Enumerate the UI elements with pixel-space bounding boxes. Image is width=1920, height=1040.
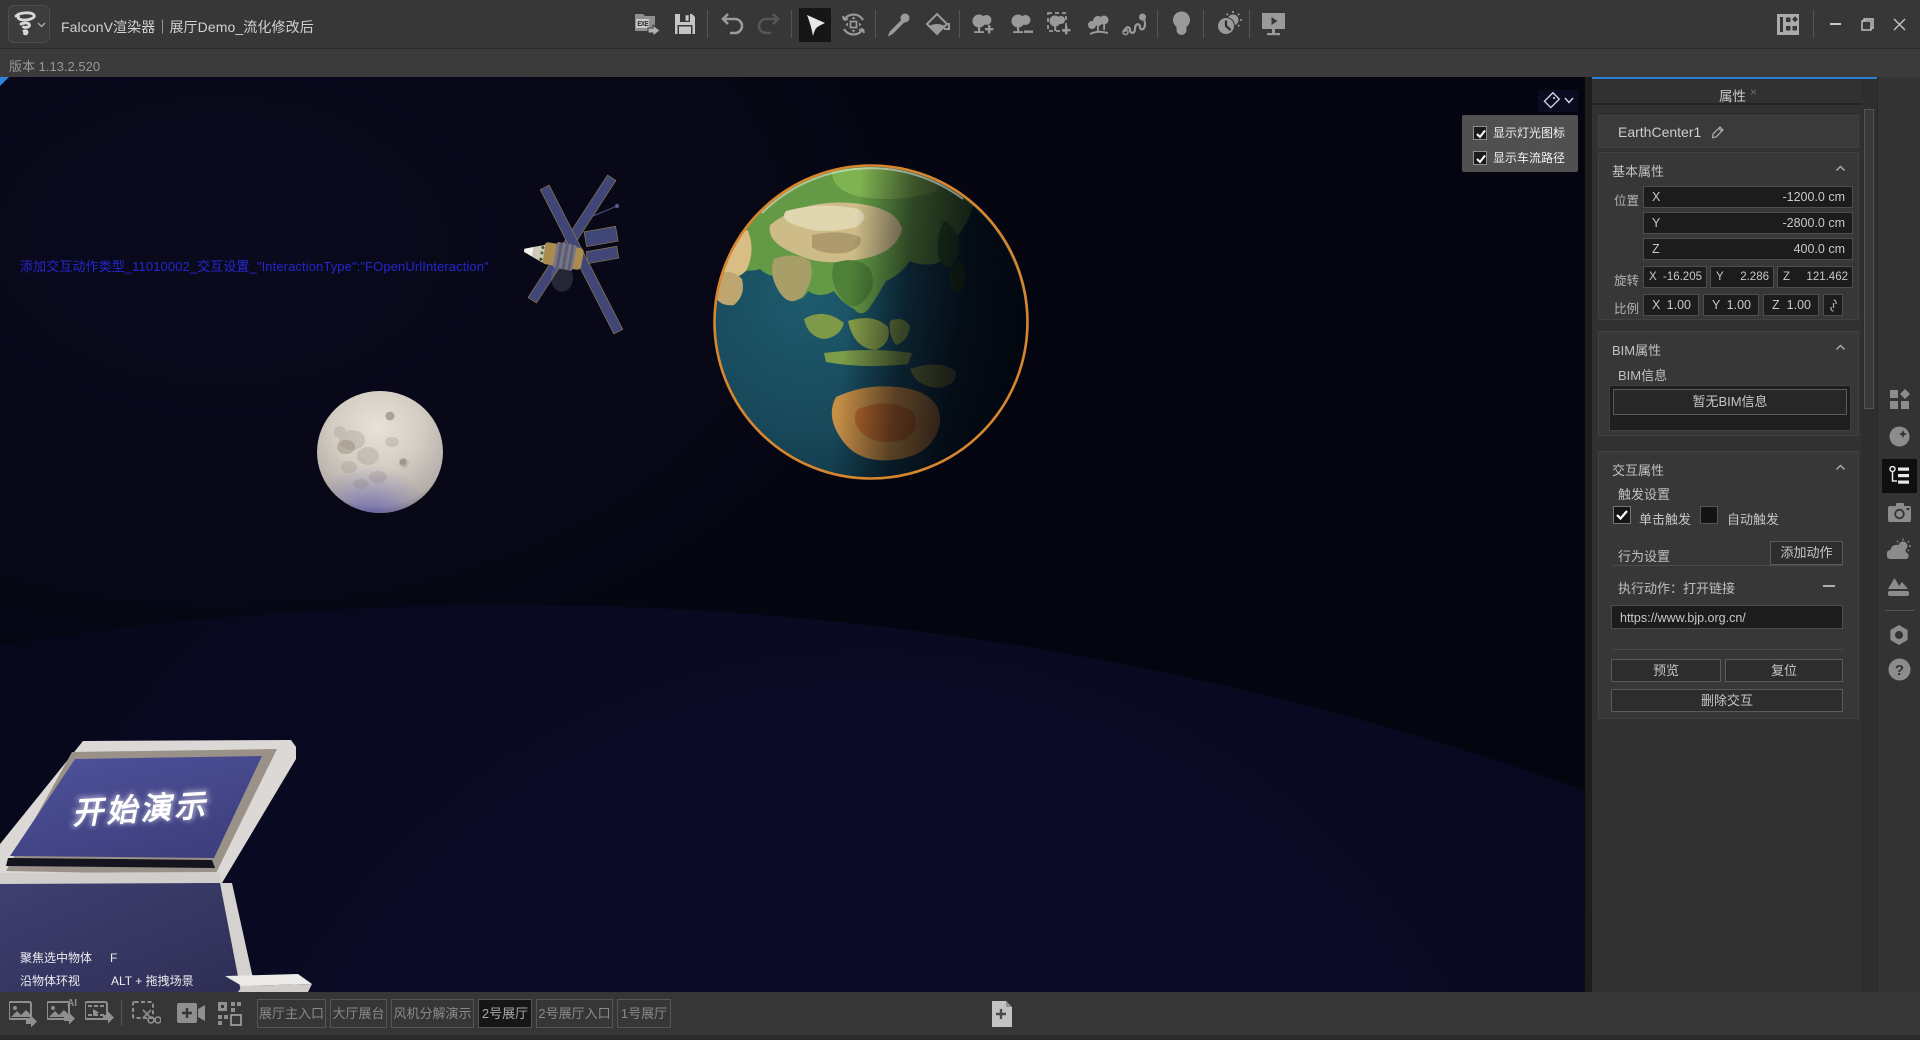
svg-text:?: ? (1895, 662, 1904, 679)
svg-text:EXE: EXE (637, 21, 648, 29)
